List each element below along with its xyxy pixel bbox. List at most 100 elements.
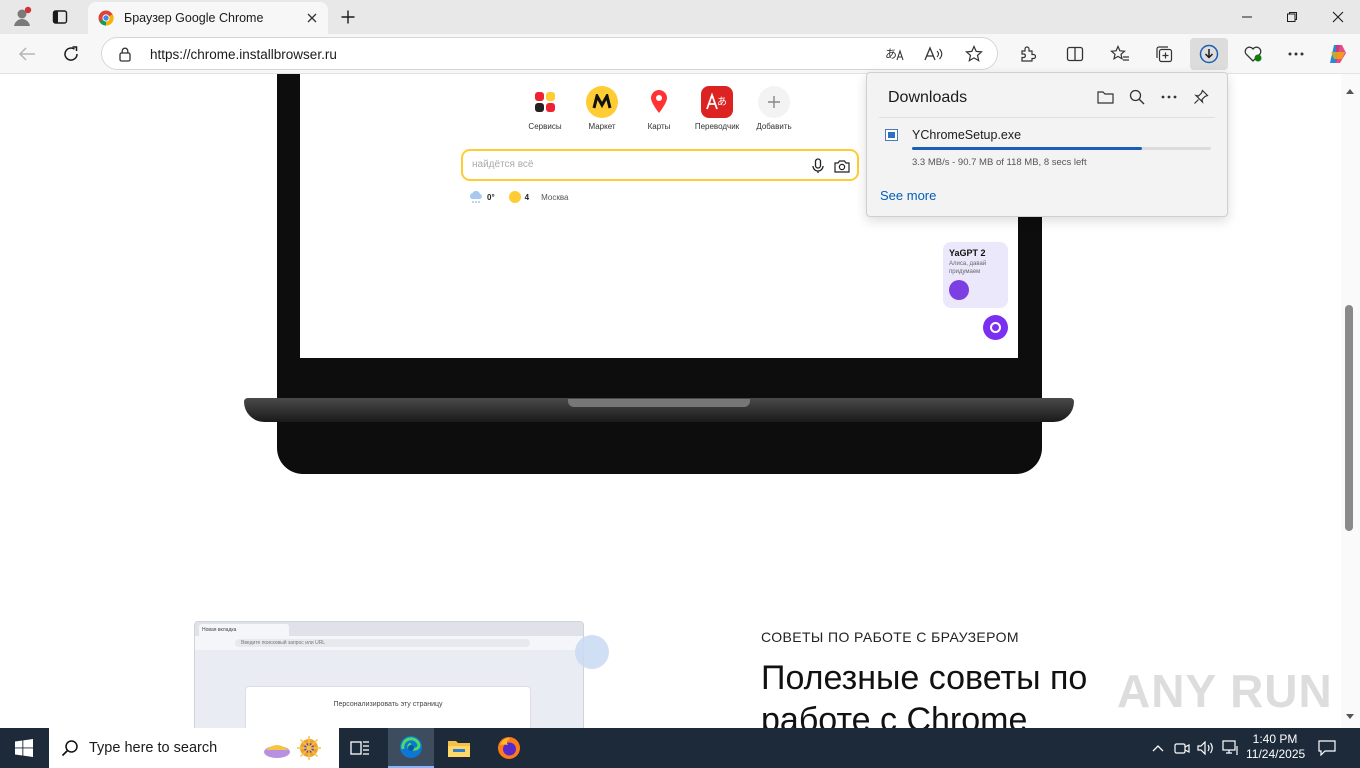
minimize-icon[interactable] bbox=[1225, 0, 1269, 34]
favorite-star-icon[interactable] bbox=[963, 44, 985, 64]
decor-circle bbox=[575, 635, 609, 669]
download-progress-fill bbox=[912, 147, 1143, 150]
camera-tray-icon[interactable] bbox=[1173, 740, 1191, 756]
volume-icon[interactable] bbox=[1197, 740, 1215, 756]
search-highlight-icon bbox=[263, 734, 323, 762]
yagpt-orb-icon bbox=[949, 280, 969, 300]
read-aloud-icon[interactable] bbox=[923, 45, 945, 63]
taskbar-search-placeholder: Type here to search bbox=[89, 740, 218, 756]
start-windows-icon[interactable] bbox=[0, 728, 48, 768]
file-explorer-icon[interactable] bbox=[437, 728, 481, 768]
service-item: Сервисы bbox=[515, 86, 575, 131]
market-icon bbox=[586, 86, 618, 118]
mini-tab: Новая вкладка bbox=[199, 624, 289, 636]
search-downloads-icon[interactable] bbox=[1127, 87, 1147, 107]
microphone-icon bbox=[810, 157, 826, 175]
edge-taskbar-icon[interactable] bbox=[388, 728, 434, 768]
notifications-icon[interactable] bbox=[1316, 738, 1338, 758]
service-label: Добавить bbox=[756, 122, 792, 131]
tab-close-icon[interactable] bbox=[306, 12, 318, 24]
weather-cloud-icon bbox=[469, 190, 482, 203]
yagpt-title: YaGPT 2 bbox=[949, 248, 986, 258]
title-bar: Браузер Google Chrome bbox=[0, 0, 1360, 34]
download-progress-bar bbox=[912, 147, 1211, 150]
copilot-icon[interactable] bbox=[1325, 42, 1351, 66]
service-label: Сервисы bbox=[528, 122, 562, 131]
taskbar-search-box[interactable]: Type here to search bbox=[49, 728, 339, 768]
tray-chevron-up-icon[interactable] bbox=[1150, 740, 1166, 756]
download-status: 3.3 MB/s - 90.7 MB of 118 MB, 8 secs lef… bbox=[912, 157, 1087, 168]
chrome-favicon-icon bbox=[98, 10, 114, 26]
service-item: あ Переводчик bbox=[687, 86, 747, 131]
search-icon bbox=[61, 740, 78, 757]
scroll-down-icon[interactable] bbox=[1345, 707, 1355, 725]
traffic-icon bbox=[508, 191, 521, 203]
site-info-icon[interactable] bbox=[116, 45, 134, 63]
extensions-icon[interactable] bbox=[1015, 42, 1041, 66]
downloads-more-icon[interactable] bbox=[1159, 87, 1179, 107]
performance-heart-icon[interactable] bbox=[1240, 42, 1266, 66]
more-menu-icon[interactable] bbox=[1283, 42, 1309, 66]
translate-page-icon[interactable]: あ bbox=[884, 45, 906, 63]
mini-address: Введите поисковый запрос или URL bbox=[235, 639, 530, 647]
split-screen-icon[interactable] bbox=[1062, 42, 1088, 66]
clock[interactable]: 1:40 PM 11/24/2025 bbox=[1246, 732, 1306, 762]
downloads-icon[interactable] bbox=[1190, 38, 1228, 70]
grid-apps-icon bbox=[529, 86, 561, 118]
browser-toolbar: https://chrome.installbrowser.ru あ bbox=[0, 34, 1360, 74]
back-icon[interactable] bbox=[14, 42, 40, 66]
downloads-header: Downloads bbox=[888, 89, 968, 106]
divider bbox=[879, 117, 1215, 118]
service-label: Карты bbox=[647, 122, 671, 131]
pin-icon[interactable] bbox=[1191, 87, 1211, 107]
clock-time: 1:40 PM bbox=[1252, 732, 1298, 746]
downloads-panel: Downloads YChromeSetup.exe 3.3 MB/s - 90… bbox=[866, 72, 1228, 217]
service-item: Добавить bbox=[744, 86, 804, 131]
map-pin-icon bbox=[643, 86, 675, 118]
service-item: Карты bbox=[629, 86, 689, 131]
network-icon[interactable] bbox=[1222, 740, 1240, 756]
camera-search-icon bbox=[833, 157, 851, 175]
alice-icon bbox=[983, 315, 1008, 340]
service-label: Маркет bbox=[588, 122, 616, 131]
service-item: Маркет bbox=[572, 86, 632, 131]
close-window-icon[interactable] bbox=[1316, 0, 1360, 34]
city-name: Москва bbox=[541, 192, 569, 202]
restore-icon[interactable] bbox=[1270, 0, 1314, 34]
clock-date: 11/24/2025 bbox=[1246, 747, 1306, 761]
collections-icon[interactable] bbox=[1151, 42, 1177, 66]
svg-text:あ: あ bbox=[885, 47, 897, 61]
scroll-thumb[interactable] bbox=[1345, 305, 1353, 531]
url-text[interactable]: https://chrome.installbrowser.ru bbox=[150, 47, 337, 62]
refresh-icon[interactable] bbox=[58, 42, 84, 66]
task-view-icon[interactable] bbox=[340, 728, 380, 768]
tab-title: Браузер Google Chrome bbox=[124, 11, 264, 25]
mini-browser-image: Новая вкладка Введите поисковый запрос и… bbox=[194, 621, 584, 728]
yagpt-subtitle: Алиса, давай придумаем bbox=[949, 261, 987, 275]
see-more-link[interactable]: See more bbox=[880, 188, 936, 203]
translate-icon: あ bbox=[701, 86, 733, 118]
favorites-icon[interactable] bbox=[1107, 42, 1133, 66]
exe-file-icon bbox=[884, 128, 898, 142]
anyrun-watermark: ANY RUN bbox=[1117, 665, 1333, 717]
scroll-up-icon[interactable] bbox=[1345, 82, 1355, 100]
address-bar[interactable]: https://chrome.installbrowser.ru あ bbox=[101, 37, 998, 70]
windows-taskbar: Type here to search 1:40 PM 11/24/2025 bbox=[0, 728, 1360, 768]
search-placeholder: найдётся всё bbox=[472, 159, 534, 170]
weather-row: 0° 4 Москва bbox=[468, 190, 568, 204]
download-file-name[interactable]: YChromeSetup.exe bbox=[912, 128, 1021, 142]
traffic-score: 4 bbox=[524, 192, 530, 202]
tab-actions-icon[interactable] bbox=[40, 0, 80, 34]
mini-customize: Персонализировать эту страницу bbox=[333, 701, 443, 708]
new-tab-icon[interactable] bbox=[328, 0, 368, 34]
open-folder-icon[interactable] bbox=[1095, 87, 1115, 107]
page-scrollbar[interactable] bbox=[1341, 74, 1360, 728]
profile-icon[interactable] bbox=[2, 0, 42, 34]
service-label: Переводчик bbox=[694, 122, 740, 131]
tab-active[interactable]: Браузер Google Chrome bbox=[88, 2, 328, 34]
svg-text:あ: あ bbox=[717, 96, 727, 108]
laptop-notch bbox=[568, 399, 750, 407]
yandex-search-input: найдётся всё bbox=[461, 149, 859, 181]
firefox-icon[interactable] bbox=[487, 728, 531, 768]
yagpt-card: YaGPT 2 Алиса, давай придумаем bbox=[943, 242, 1008, 308]
